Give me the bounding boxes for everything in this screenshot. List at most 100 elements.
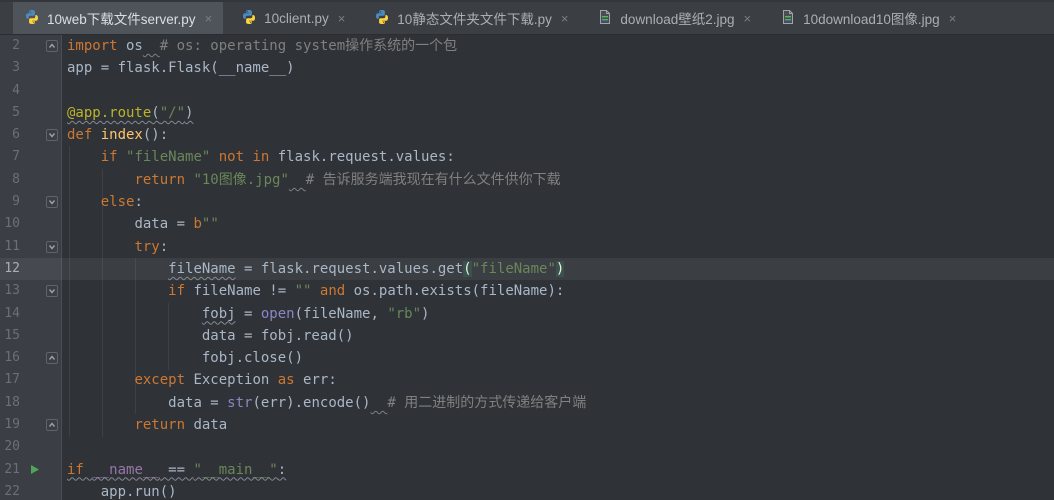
python-file-icon	[374, 9, 390, 28]
code-line[interactable]: 19 return data	[0, 414, 1054, 436]
gutter-cell[interactable]: 5	[0, 102, 63, 124]
code-line[interactable]: 5@app.route("/")	[0, 102, 1054, 124]
gutter-cell[interactable]: 17	[0, 369, 63, 391]
gutter-cell[interactable]: 3	[0, 57, 63, 79]
tab-close-icon[interactable]: ×	[744, 12, 752, 25]
code-text[interactable]: else:	[63, 191, 1054, 213]
code-editor[interactable]: 2import os # os: operating system操作系统的一个…	[0, 35, 1054, 500]
code-line[interactable]: 2import os # os: operating system操作系统的一个…	[0, 35, 1054, 57]
gutter-cell[interactable]: 7	[0, 146, 63, 168]
fold-region-start-icon[interactable]	[46, 129, 58, 141]
gutter-cell[interactable]: 13	[0, 280, 63, 302]
code-text[interactable]: if __name__ == "__main__":	[63, 459, 1054, 481]
gutter-cell[interactable]: 15	[0, 325, 63, 347]
code-text[interactable]: fobj = open(fileName, "rb")	[63, 303, 1054, 325]
code-token: except	[134, 372, 193, 388]
gutter-cell[interactable]: 12	[0, 258, 63, 280]
code-line[interactable]: 3app = flask.Flask(__name__)	[0, 57, 1054, 79]
code-line[interactable]: 21 if __name__ == "__main__":	[0, 459, 1054, 481]
code-line[interactable]: 12 fileName = flask.request.values.get("…	[0, 258, 1054, 280]
code-text[interactable]: return "10图像.jpg" # 告诉服务端我现在有什么文件供你下载	[63, 169, 1054, 191]
fold-region-end-icon[interactable]	[46, 40, 58, 52]
code-text[interactable]: if fileName != "" and os.path.exists(fil…	[63, 280, 1054, 302]
code-line[interactable]: 6def index():	[0, 124, 1054, 146]
fold-region-end-icon[interactable]	[46, 419, 58, 431]
code-token: app = flask.Flask(__name__)	[67, 60, 295, 76]
gutter-cell[interactable]: 4	[0, 80, 63, 102]
gutter-cell[interactable]: 20	[0, 436, 63, 458]
gutter-cell[interactable]: 9	[0, 191, 63, 213]
tab-close-icon[interactable]: ×	[205, 12, 213, 25]
tab-close-icon[interactable]: ×	[338, 12, 346, 25]
code-text[interactable]: fileName = flask.request.values.get("fil…	[63, 258, 1054, 280]
code-line[interactable]: 11 try:	[0, 236, 1054, 258]
gutter-cell[interactable]: 8	[0, 169, 63, 191]
code-text[interactable]: app = flask.Flask(__name__)	[63, 57, 1054, 79]
editor-tab[interactable]: 10静态文件夹文件下载.py×	[363, 2, 579, 34]
gutter-cell[interactable]: 11	[0, 236, 63, 258]
code-line[interactable]: 10 data = b""	[0, 213, 1054, 235]
code-line[interactable]: 7 if "fileName" not in flask.request.val…	[0, 146, 1054, 168]
gutter-cell[interactable]: 6	[0, 124, 63, 146]
editor-tab[interactable]: 10client.py×	[230, 2, 356, 34]
code-text[interactable]: except Exception as err:	[63, 369, 1054, 391]
gutter-cell[interactable]: 16	[0, 347, 63, 369]
code-line[interactable]: 8 return "10图像.jpg" # 告诉服务端我现在有什么文件供你下载	[0, 169, 1054, 191]
fold-region-start-icon[interactable]	[46, 241, 58, 253]
line-number: 11	[0, 236, 20, 258]
code-text[interactable]: return data	[63, 414, 1054, 436]
code-line[interactable]: 18 data = str(err).encode() # 用二进制的方式传递给…	[0, 392, 1054, 414]
line-number: 14	[0, 303, 20, 325]
line-number: 4	[0, 80, 20, 102]
code-text[interactable]: def index():	[63, 124, 1054, 146]
gutter-cell[interactable]: 19	[0, 414, 63, 436]
code-text[interactable]: import os # os: operating system操作系统的一个包	[63, 35, 1054, 57]
code-line[interactable]: 4	[0, 80, 1054, 102]
fold-region-start-icon[interactable]	[46, 196, 58, 208]
code-token: # 用二进制的方式传递给客户端	[387, 395, 586, 411]
editor-tab[interactable]: 10download10图像.jpg×	[769, 2, 967, 34]
code-token: (	[463, 261, 471, 277]
code-text[interactable]	[63, 436, 1054, 458]
gutter-cell[interactable]: 22	[0, 481, 63, 500]
code-text[interactable]: data = fobj.read()	[63, 325, 1054, 347]
code-token	[67, 239, 134, 255]
code-line[interactable]: 22 app.run()	[0, 481, 1054, 500]
tab-close-icon[interactable]: ×	[949, 12, 957, 25]
code-line[interactable]: 9 else:	[0, 191, 1054, 213]
editor-tab[interactable]: download壁纸2.jpg×	[586, 2, 762, 34]
code-token: data = fobj.read()	[202, 328, 354, 344]
code-token: data	[193, 417, 227, 433]
code-token	[67, 306, 202, 322]
code-line[interactable]: 13 if fileName != "" and os.path.exists(…	[0, 280, 1054, 302]
code-token: fileName	[168, 261, 235, 277]
fold-region-end-icon[interactable]	[46, 352, 58, 364]
tab-close-icon[interactable]: ×	[561, 12, 569, 25]
gutter-cell[interactable]: 2	[0, 35, 63, 57]
code-text[interactable]: try:	[63, 236, 1054, 258]
code-token: :	[278, 462, 286, 478]
code-text[interactable]: if "fileName" not in flask.request.value…	[63, 146, 1054, 168]
line-number: 21	[0, 459, 20, 481]
gutter-cell[interactable]: 18	[0, 392, 63, 414]
code-token	[67, 261, 168, 277]
gutter-cell[interactable]: 10	[0, 213, 63, 235]
code-text[interactable]: fobj.close()	[63, 347, 1054, 369]
code-text[interactable]: @app.route("/")	[63, 102, 1054, 124]
code-line[interactable]: 15 data = fobj.read()	[0, 325, 1054, 347]
code-line[interactable]: 16 fobj.close()	[0, 347, 1054, 369]
code-line[interactable]: 20	[0, 436, 1054, 458]
code-token: fobj.close()	[202, 350, 303, 366]
fold-region-start-icon[interactable]	[46, 285, 58, 297]
code-text[interactable]: data = b""	[63, 213, 1054, 235]
code-text[interactable]: app.run()	[63, 481, 1054, 500]
code-token	[67, 283, 168, 299]
editor-tab[interactable]: 10web下载文件server.py×	[13, 2, 223, 34]
gutter-cell[interactable]: 21	[0, 459, 63, 481]
code-text[interactable]	[63, 80, 1054, 102]
run-script-icon[interactable]	[28, 464, 40, 476]
code-text[interactable]: data = str(err).encode() # 用二进制的方式传递给客户端	[63, 392, 1054, 414]
code-line[interactable]: 14 fobj = open(fileName, "rb")	[0, 303, 1054, 325]
code-line[interactable]: 17 except Exception as err:	[0, 369, 1054, 391]
gutter-cell[interactable]: 14	[0, 303, 63, 325]
